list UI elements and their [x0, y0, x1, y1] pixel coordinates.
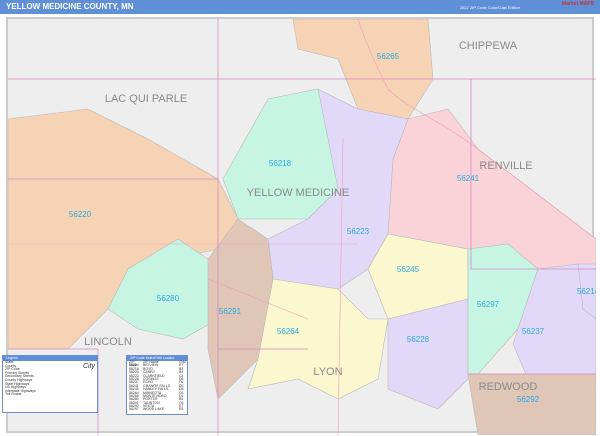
table-cell: WOOD LAKE [143, 407, 165, 412]
county-label: REDWOOD [479, 381, 538, 393]
legend-city-symbol: City [83, 363, 96, 370]
zip-label: 56245 [397, 265, 420, 274]
table-row: 56297 WOOD LAKE E5 [127, 407, 187, 412]
zip-label: 56292 [517, 395, 540, 404]
header-bar: YELLOW MEDICINE COUNTY, MN 2022 ZIP Code… [0, 0, 600, 14]
table-cell: 56297 [129, 407, 139, 412]
map-legend: Legend State County ZIP Code Primary Street… [2, 355, 98, 413]
table-cell: E5 [179, 407, 184, 412]
edition-label: 2022 ZIP Code Color/Cast Edition [459, 5, 520, 10]
zip-label: 56291 [219, 307, 242, 316]
zip-label: 56264 [277, 327, 300, 336]
zip-label: 56223 [347, 227, 370, 236]
logo: Market MAPS [562, 1, 594, 7]
zip-label: 56241 [457, 174, 480, 183]
zip-label: 56237 [522, 327, 545, 336]
zip-label: 56265 [377, 52, 400, 61]
zip-label: 56280 [157, 294, 180, 303]
county-label: LINCOLN [84, 336, 132, 348]
zip-label: 56218 [269, 159, 292, 168]
county-label: LYON [313, 366, 342, 378]
zip-label: 56214 [577, 287, 596, 296]
county-label: RENVILLE [479, 160, 532, 172]
legend-item: Toll Roads [5, 392, 22, 397]
county-label: LAC QUI PARLE [105, 93, 187, 105]
county-label: CHIPPEWA [459, 40, 518, 52]
map-title: YELLOW MEDICINE COUNTY, MN [6, 2, 134, 11]
zip-label: 56220 [69, 210, 92, 219]
zip-label: 56297 [477, 300, 500, 309]
zip-index-table: ZIP Code Index/Grid Locator ZIP Code ZIP … [126, 355, 188, 415]
county-label: YELLOW MEDICINE [247, 187, 350, 199]
zip-label: 56228 [407, 335, 430, 344]
